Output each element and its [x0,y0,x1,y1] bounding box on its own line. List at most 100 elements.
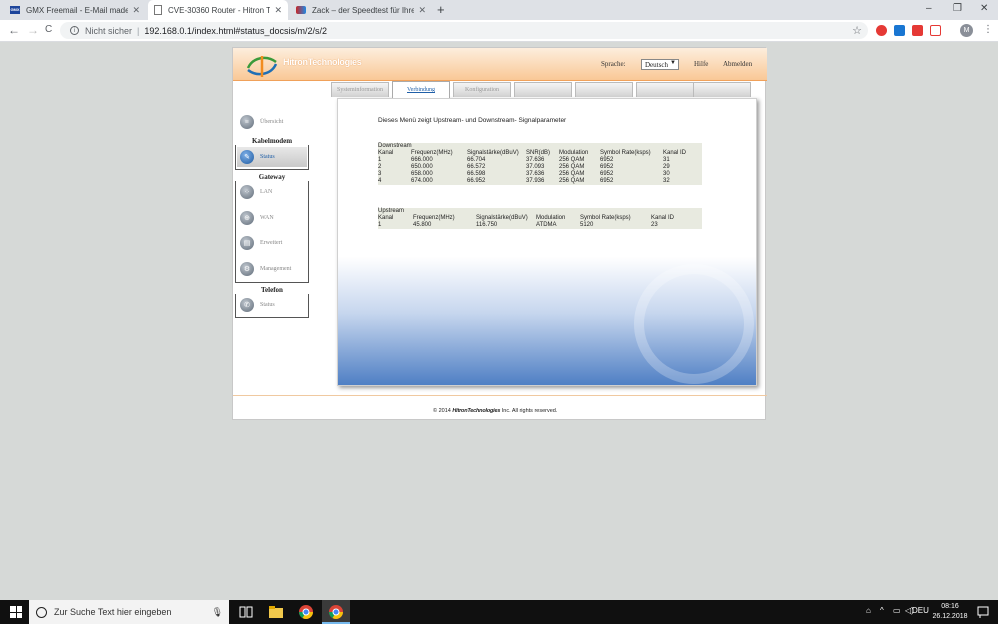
table-cell: 116.750 [476,222,498,228]
router-footer: © 2014 HitronTechnologies Inc. All right… [233,395,767,421]
table-cell: 66.952 [467,178,486,184]
column-header: Modulation [536,215,566,221]
windows-taskbar: Zur Suche Text hier eingeben 🎙 ⌂ ^ ▭ ◁) … [0,600,998,624]
minimize-button[interactable]: – [926,3,932,14]
url-text[interactable]: 192.168.0.1/index.html#status_docsis/m/2… [144,26,327,36]
sidebar-item-label: LAN [260,189,273,195]
sidebar-item-wan[interactable]: ⊕ WAN [237,208,307,228]
address-bar[interactable]: i Nicht sicher | 192.168.0.1/index.html#… [60,22,868,39]
overview-icon: ≡ [240,115,254,129]
taskbar-search-input[interactable]: Zur Suche Text hier eingeben 🎙 [29,600,229,624]
forward-button[interactable]: → [27,23,39,37]
table-cell: 650.000 [411,164,433,170]
sidebar-item-kabelmodem-status[interactable]: ✎ Status [237,147,307,167]
table-cell: 23 [651,222,658,228]
language-select[interactable]: Deutsch ▼ [641,59,679,70]
chrome-icon[interactable] [328,604,344,620]
table-cell: 66.598 [467,171,486,177]
search-icon [36,606,47,618]
table-cell: 37.636 [526,157,545,163]
browser-tab-gmx[interactable]: GMX GMX Freemail - E-Mail made in G ✕ [4,0,146,20]
table-cell: 256 QAM [559,171,585,177]
column-header: Kanal [378,215,394,221]
table-cell: 66.704 [467,157,486,163]
close-tab-icon[interactable]: ✕ [418,5,426,16]
maximize-button[interactable]: ❐ [953,3,962,14]
tab-title: Zack – der Speedtest für Ihre Bre [312,5,415,15]
sidebar-item-label: WAN [260,215,274,221]
table-cell: 256 QAM [559,164,585,170]
upstream-table: Upstream Kanal Frequenz(MHz) Signalstärk… [378,208,702,229]
sidebar-item-management[interactable]: ⚙ Management [237,259,307,279]
sidebar-item-lan[interactable]: ⁘ LAN [237,182,307,202]
table-caption: Upstream [378,208,405,214]
back-button[interactable]: ← [8,23,20,37]
file-explorer-icon[interactable] [268,604,284,620]
table-row: 1 45.800 116.750 ATDMA 5120 23 [378,222,702,229]
table-cell: 666.000 [411,157,433,163]
close-tab-icon[interactable]: ✕ [274,5,282,16]
pdf-extension-icon[interactable] [930,25,941,36]
table-cell: 1 [378,157,382,163]
microphone-icon[interactable]: 🎙 [212,607,223,618]
table-cell: 256 QAM [559,178,585,184]
task-view-icon[interactable] [238,604,254,620]
column-header: Kanal [378,150,394,156]
router-page: HitronTechnologies Sprache: Deutsch ▼ Hi… [232,47,767,421]
new-tab-button[interactable]: + [437,2,445,17]
lan-icon: ⁘ [240,185,254,199]
group-title-gateway: Gateway [235,173,309,181]
table-row: 2 650.000 66.572 37.093 256 QAM 6952 29 [378,164,702,171]
table-cell: 658.000 [411,171,433,177]
tab-konfiguration[interactable]: Konfiguration [453,82,511,97]
help-link[interactable]: Hilfe [694,60,708,68]
table-cell: 6952 [600,164,614,170]
sidebar-item-label: Status [260,302,275,308]
dropdown-arrow-icon: ▼ [670,60,676,66]
table-cell: 31 [663,157,670,163]
adblock-extension-icon[interactable] [876,25,887,36]
table-cell: 4 [378,178,382,184]
browser-menu-icon[interactable]: ⋮ [983,24,993,35]
table-cell: 2 [378,164,382,170]
group-title-telefon: Telefon [235,286,309,294]
language-value: Deutsch [645,60,668,69]
gear-icon: ⚙ [240,262,254,276]
table-cell: 29 [663,164,670,170]
copyright-prefix: © 2014 [433,408,451,414]
extension-icon[interactable] [894,25,905,36]
network-icon[interactable]: ▭ [893,606,901,615]
bookmark-star-icon[interactable]: ☆ [852,24,862,37]
table-cell: 30 [663,171,670,177]
browser-tab-router[interactable]: CVE-30360 Router - Hitron Techn ✕ [148,0,288,20]
tab-systeminformation[interactable]: Systeminformation [331,82,389,97]
extension-icon[interactable] [912,25,923,36]
sidebar-item-telefon-status[interactable]: ✆ Status [237,295,307,315]
chevron-up-icon[interactable]: ^ [880,606,884,615]
profile-avatar[interactable]: M [960,24,973,37]
browser-tab-zack[interactable]: Zack – der Speedtest für Ihre Bre ✕ [290,0,432,20]
sidebar-item-overview[interactable]: ≡ Übersicht [237,112,307,132]
person-icon[interactable]: ⌂ [866,606,871,615]
column-header: Signalstärke(dBuV) [476,215,528,221]
sidebar-item-erweitert[interactable]: ▤ Erweitert [237,233,307,253]
document-icon [154,5,162,15]
table-row: 4 674.000 66.952 37.936 256 QAM 6952 32 [378,178,702,185]
table-cell: 1 [378,222,382,228]
taskbar-clock[interactable]: 08:16 26.12.2018 [930,602,970,622]
notifications-icon[interactable] [976,605,990,619]
windows-start-icon[interactable] [10,606,22,618]
chrome-icon[interactable] [298,604,314,620]
language-label[interactable]: DEU [912,606,929,615]
close-tab-icon[interactable]: ✕ [132,5,140,16]
reload-button[interactable]: C [45,24,52,35]
tab-title: GMX Freemail - E-Mail made in G [26,5,129,15]
table-cell: 37.636 [526,171,545,177]
security-label: Nicht sicher [85,25,133,36]
info-icon[interactable]: i [70,26,79,35]
logout-link[interactable]: Abmelden [723,60,752,68]
page-intro: Dieses Menü zeigt Upstream- und Downstre… [378,117,567,124]
tab-verbindung[interactable]: Verbindung [392,81,450,98]
column-header: Frequenz(MHz) [411,150,453,156]
close-window-button[interactable]: ✕ [980,3,988,14]
